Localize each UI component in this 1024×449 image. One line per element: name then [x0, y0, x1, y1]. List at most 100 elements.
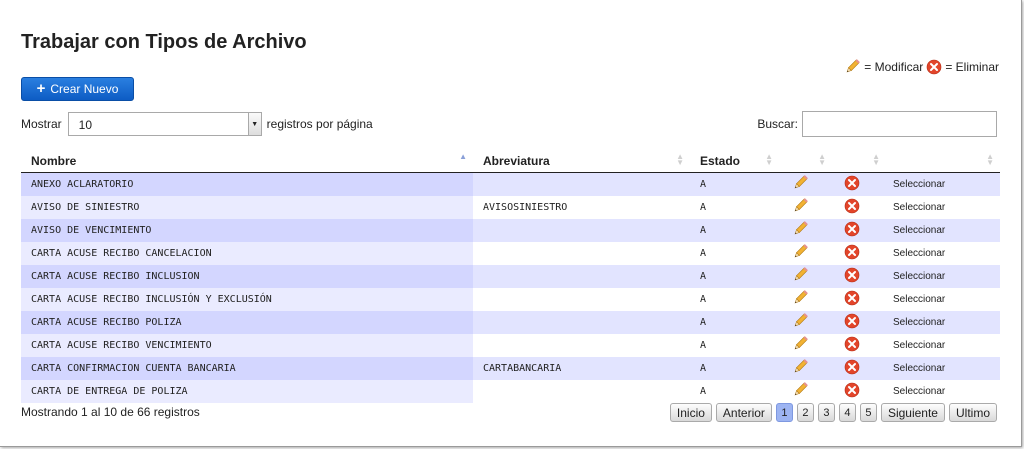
search-control: Buscar: — [757, 111, 997, 137]
cell-abreviatura — [473, 219, 690, 242]
select-link[interactable]: Seleccionar — [886, 196, 1000, 219]
page-5-button[interactable]: 5 — [859, 403, 877, 422]
dialog-window: Trabajar con Tipos de Archivo = Modifica… — [0, 0, 1022, 447]
delete-cell — [832, 380, 886, 403]
pencil-icon[interactable] — [791, 289, 809, 310]
pencil-icon[interactable] — [791, 312, 809, 333]
create-new-button[interactable]: + Crear Nuevo — [21, 77, 134, 101]
column-header-nombre[interactable]: Nombre ▲ — [21, 149, 473, 173]
length-label-after: registros por página — [266, 117, 373, 131]
delete-icon[interactable] — [844, 313, 860, 332]
pencil-icon[interactable] — [791, 197, 809, 218]
delete-icon[interactable] — [844, 244, 860, 263]
plus-icon: + — [36, 80, 46, 97]
cell-estado: A — [690, 265, 779, 288]
modify-cell — [779, 288, 832, 311]
delete-icon[interactable] — [844, 175, 860, 194]
page-prev-button[interactable]: Anterior — [715, 403, 772, 422]
delete-cell — [832, 334, 886, 357]
sort-asc-icon: ▲ — [459, 152, 467, 161]
select-link[interactable]: Seleccionar — [886, 219, 1000, 242]
modify-cell — [779, 311, 832, 334]
page-2-button[interactable]: 2 — [796, 403, 814, 422]
delete-icon[interactable] — [844, 290, 860, 309]
cell-nombre: CARTA ACUSE RECIBO VENCIMIENTO — [21, 334, 473, 357]
pagination: Inicio Anterior 1 2 3 4 5 Siguiente Ulti… — [669, 403, 997, 422]
pencil-icon[interactable] — [791, 220, 809, 241]
cell-nombre: ANEXO ACLARATORIO — [21, 172, 473, 196]
column-header-select[interactable]: ▲ ▼ — [886, 149, 1000, 173]
select-link[interactable]: Seleccionar — [886, 334, 1000, 357]
table-info: Mostrando 1 al 10 de 66 registros — [21, 405, 200, 419]
delete-cell — [832, 265, 886, 288]
column-header-modify[interactable]: ▲ ▼ — [779, 149, 832, 173]
page-length-select[interactable]: 10 ▼ — [67, 112, 262, 136]
column-header-delete[interactable]: ▲ ▼ — [832, 149, 886, 173]
pencil-icon[interactable] — [791, 174, 809, 195]
delete-icon[interactable] — [844, 198, 860, 217]
modify-cell — [779, 242, 832, 265]
cell-abreviatura — [473, 265, 690, 288]
page-first-button[interactable]: Inicio — [669, 403, 712, 422]
table-row: CARTA ACUSE RECIBO INCLUSION A Seleccionar — [21, 265, 1000, 288]
pencil-icon[interactable] — [791, 266, 809, 287]
dropdown-arrow-icon: ▼ — [247, 113, 261, 135]
page-length-value: 10 — [78, 118, 93, 132]
cell-abreviatura — [473, 288, 690, 311]
page-title: Trabajar con Tipos de Archivo — [21, 31, 307, 53]
table-row: AVISO DE VENCIMIENTO A Seleccionar — [21, 219, 1000, 242]
page-4-button[interactable]: 4 — [838, 403, 856, 422]
delete-icon[interactable] — [844, 382, 860, 401]
table-header-row: Nombre ▲ Abreviatura ▲ ▼ Estado ▲ ▼ ▲ ▼ ▲ ▼ ▲ ▼ — [21, 149, 1000, 173]
page-length-control: Mostrar 10 ▼ registros por página — [21, 112, 373, 136]
legend-modify-text: = Modificar — [864, 60, 924, 74]
select-link[interactable]: Seleccionar — [886, 311, 1000, 334]
page-last-button[interactable]: Ultimo — [948, 403, 997, 422]
cell-nombre: CARTA ACUSE RECIBO CANCELACION — [21, 242, 473, 265]
delete-icon[interactable] — [844, 221, 860, 240]
delete-icon[interactable] — [844, 359, 860, 378]
cell-estado: A — [690, 172, 779, 196]
pencil-icon[interactable] — [791, 335, 809, 356]
cell-abreviatura — [473, 242, 690, 265]
cell-abreviatura — [473, 311, 690, 334]
select-link[interactable]: Seleccionar — [886, 288, 1000, 311]
table-row: ANEXO ACLARATORIO A Seleccionar — [21, 172, 1000, 196]
cell-nombre: CARTA CONFIRMACION CUENTA BANCARIA — [21, 357, 473, 380]
search-input[interactable] — [802, 111, 997, 137]
cell-nombre: CARTA DE ENTREGA DE POLIZA — [21, 380, 473, 403]
length-label-before: Mostrar — [21, 117, 62, 131]
modify-cell — [779, 172, 832, 196]
sort-both-icon: ▲ ▼ — [872, 152, 880, 167]
page-1-button[interactable]: 1 — [775, 403, 793, 422]
select-link[interactable]: Seleccionar — [886, 357, 1000, 380]
pencil-icon[interactable] — [791, 243, 809, 264]
page-3-button[interactable]: 3 — [817, 403, 835, 422]
select-link[interactable]: Seleccionar — [886, 380, 1000, 403]
delete-cell — [832, 242, 886, 265]
delete-cell — [832, 311, 886, 334]
select-link[interactable]: Seleccionar — [886, 242, 1000, 265]
delete-cell — [832, 196, 886, 219]
cell-abreviatura — [473, 380, 690, 403]
table-row: CARTA DE ENTREGA DE POLIZA A Seleccionar — [21, 380, 1000, 403]
delete-icon[interactable] — [844, 336, 860, 355]
sort-both-icon: ▲ ▼ — [986, 152, 994, 167]
modify-cell — [779, 196, 832, 219]
cell-abreviatura — [473, 172, 690, 196]
page-next-button[interactable]: Siguiente — [880, 403, 945, 422]
delete-cell — [832, 219, 886, 242]
cell-estado: A — [690, 242, 779, 265]
select-link[interactable]: Seleccionar — [886, 265, 1000, 288]
select-link[interactable]: Seleccionar — [886, 172, 1000, 196]
delete-icon[interactable] — [844, 267, 860, 286]
column-header-abreviatura[interactable]: Abreviatura ▲ ▼ — [473, 149, 690, 173]
sort-both-icon: ▲ ▼ — [818, 152, 826, 167]
pencil-icon[interactable] — [791, 358, 809, 379]
cell-nombre: AVISO DE SINIESTRO — [21, 196, 473, 219]
column-header-estado[interactable]: Estado ▲ ▼ — [690, 149, 779, 173]
pencil-icon[interactable] — [791, 381, 809, 402]
table-row: CARTA ACUSE RECIBO INCLUSIÓN Y EXCLUSIÓN… — [21, 288, 1000, 311]
cell-estado: A — [690, 380, 779, 403]
cell-estado: A — [690, 219, 779, 242]
